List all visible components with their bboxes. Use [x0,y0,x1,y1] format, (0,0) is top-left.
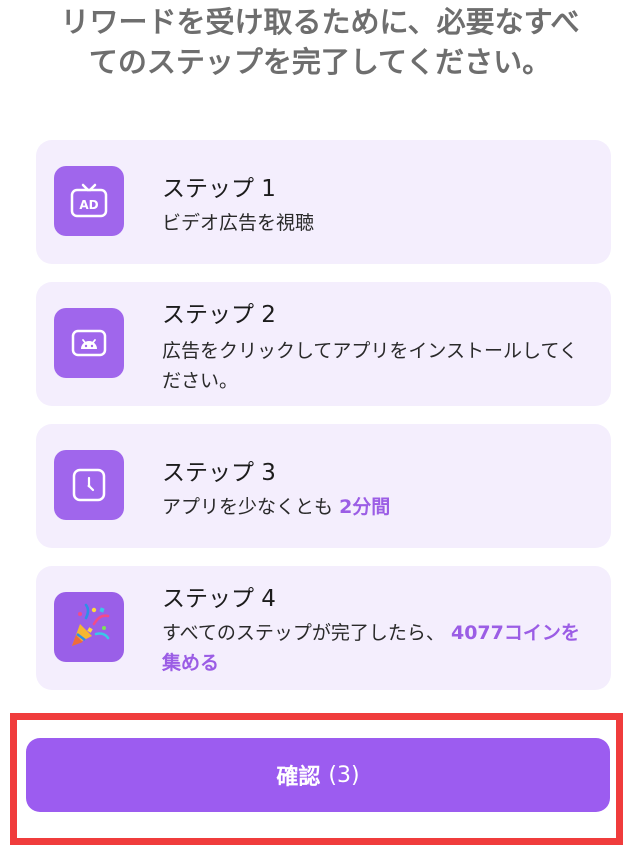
step-card-4: ステップ 4 すべてのステップが完了したら、 4077コインを集める [36,566,611,690]
step-duration-highlight: 2分間 [339,496,391,518]
step-description: 広告をクリックしてアプリをインストールしてください。 [162,340,578,392]
step-title: ステップ 2 [162,302,276,328]
step-description-text: アプリを少なくとも [162,496,334,518]
confirm-button-label: 確認 [276,765,321,790]
clock-icon [54,450,124,520]
step-description: ビデオ広告を視聴 [162,212,315,234]
page-title: リワードを受け取るために、必要なすべてのステップを完了してください。 [60,5,580,79]
step-description-text: すべてのステップが完了したら、 [162,622,445,644]
step-card-3: ステップ 3 アプリを少なくとも 2分間 [36,424,611,548]
step-title: ステップ 4 [162,586,276,612]
step-description: すべてのステップが完了したら、 4077コインを集める [162,618,582,678]
ad-tv-icon: AD [54,166,124,236]
step-card-2: ステップ 2 広告をクリックしてアプリをインストールしてください。 [36,282,611,406]
svg-text:AD: AD [79,198,98,212]
confirm-button[interactable]: 確認 (3) [26,738,610,812]
step-title: ステップ 1 [162,176,276,202]
step-title: ステップ 3 [162,460,276,486]
android-icon [54,308,124,378]
party-popper-icon [54,592,124,662]
step-description: アプリを少なくとも 2分間 [162,492,582,522]
confirm-countdown: (3) [328,762,360,788]
step-card-1: AD ステップ 1 ビデオ広告を視聴 [36,140,611,264]
